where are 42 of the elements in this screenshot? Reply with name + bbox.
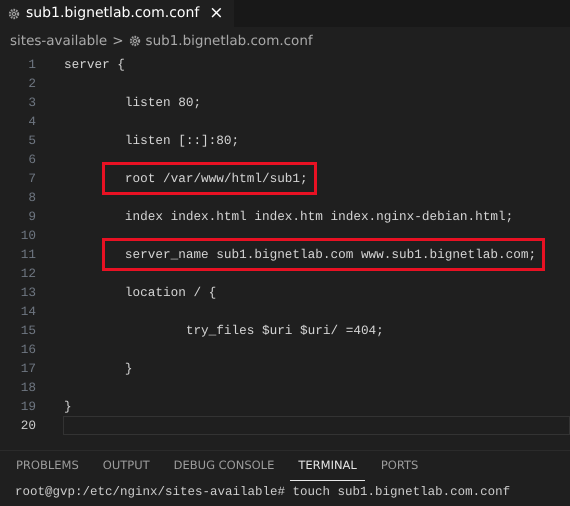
- line-number: 19: [20, 398, 36, 416]
- code-line: listen [::]:80;: [124, 132, 240, 150]
- line-number: 12: [20, 264, 36, 283]
- line-number: 14: [20, 302, 36, 321]
- gear-icon: [128, 35, 141, 47]
- breadcrumb-separator: >: [112, 32, 124, 51]
- breadcrumb-folder[interactable]: sites-available: [10, 30, 108, 52]
- terminal-line: root@gvp:/etc/nginx/sites-available# touch sub1.bignetlab.com.conf: [15, 485, 512, 500]
- line-number: 10: [20, 226, 36, 245]
- code-line: listen 80;: [124, 94, 202, 112]
- line-number: 1: [27, 56, 36, 74]
- line-number: 7: [27, 170, 36, 188]
- line-number: 18: [20, 378, 36, 397]
- line-number: 17: [20, 360, 36, 378]
- code-line: index index.html index.htm index.nginx-debian.html;: [124, 208, 514, 226]
- line-number: 6: [27, 150, 36, 169]
- line-number: 16: [20, 340, 36, 359]
- code-line: }: [63, 398, 73, 416]
- line-number: 5: [27, 132, 36, 150]
- code-line: location / {: [124, 284, 218, 302]
- editor-tab[interactable]: sub1.bignetlab.com.conf ×: [0, 0, 234, 27]
- line-number: 15: [20, 322, 36, 340]
- line-number: 13: [20, 284, 36, 302]
- panel-tab[interactable]: OUTPUT: [94, 456, 158, 481]
- panel-tab[interactable]: DEBUG CONSOLE: [166, 456, 282, 481]
- line-number: 9: [27, 208, 36, 226]
- line-number: 8: [27, 188, 36, 207]
- panel-tab[interactable]: PROBLEMS: [8, 456, 87, 481]
- line-number: 4: [27, 112, 36, 131]
- code-line: }: [124, 360, 134, 378]
- line-number: 20: [20, 416, 36, 435]
- line-number: 3: [27, 94, 36, 112]
- breadcrumb-file[interactable]: sub1.bignetlab.com.conf: [146, 30, 313, 52]
- line-number: 11: [20, 246, 36, 264]
- panel-tab[interactable]: PORTS: [372, 456, 426, 481]
- tab-title: sub1.bignetlab.com.conf: [26, 4, 200, 23]
- line-number: 2: [27, 74, 36, 93]
- code-line: server {: [63, 56, 126, 74]
- code-line: try_files $uri $uri/ =404;: [184, 322, 385, 340]
- gear-icon: [8, 8, 20, 20]
- close-icon[interactable]: ×: [209, 5, 224, 22]
- panel-tab[interactable]: TERMINAL: [290, 456, 365, 481]
